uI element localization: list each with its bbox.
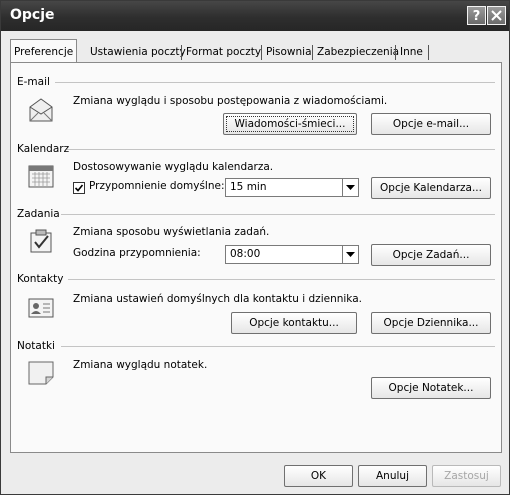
section-header-calendar: Kalendarz — [17, 143, 70, 155]
tab-separator — [181, 45, 182, 60]
note-icon — [28, 359, 54, 385]
tab-zabezpieczenia[interactable]: Zabezpieczenia — [317, 42, 399, 62]
checkmark-icon — [74, 184, 84, 192]
ok-button[interactable]: OK — [284, 465, 353, 487]
close-button[interactable] — [487, 6, 506, 25]
section-divider — [61, 346, 495, 347]
cancel-button[interactable]: Anuluj — [358, 465, 427, 487]
tab-preferencje[interactable]: Preferencje — [10, 39, 78, 62]
junk-mail-button[interactable]: Wiadomości-śmieci... — [223, 113, 357, 135]
tasks-description: Zmiana sposobu wyświetlania zadań. — [73, 226, 270, 238]
tab-separator — [261, 45, 262, 60]
note-options-button[interactable]: Opcje Notatek... — [371, 377, 491, 399]
notes-description: Zmiana wyglądu notatek. — [73, 359, 208, 371]
reminder-value: 15 min — [230, 181, 267, 193]
section-header-email: E-mail — [17, 76, 50, 88]
preferences-panel: E-mail Zmiana wyglądu i sposobu postępow… — [10, 62, 502, 453]
calendar-icon — [28, 163, 54, 189]
email-options-button[interactable]: Opcje e-mail... — [371, 113, 491, 135]
contact-card-icon — [28, 295, 54, 321]
task-options-button[interactable]: Opcje Zadań... — [371, 244, 491, 266]
title-bar[interactable]: Opcje ? — [1, 1, 509, 31]
section-divider — [55, 82, 495, 83]
journal-options-button[interactable]: Opcje Dziennika... — [371, 312, 491, 334]
apply-button[interactable]: Zastosuj — [432, 465, 501, 487]
tab-inne[interactable]: Inne — [400, 42, 423, 62]
close-icon — [491, 10, 502, 21]
tab-separator — [312, 45, 313, 60]
reminder-label: Przypomnienie domyślne: — [89, 180, 225, 192]
contacts-description: Zmiana ustawień domyślnych dla kontaktu … — [73, 293, 362, 305]
task-checkmark-icon — [28, 227, 54, 253]
options-dialog: Opcje ? Preferencje Ustawienia poczty Fo… — [0, 0, 510, 495]
section-divider — [61, 214, 495, 215]
section-header-tasks: Zadania — [17, 208, 60, 220]
tab-format-poczty[interactable]: Format poczty — [186, 42, 261, 62]
dialog-footer: OK Anuluj Zastosuj — [1, 458, 509, 494]
section-header-notes: Notatki — [17, 340, 55, 352]
section-divider — [67, 149, 495, 150]
section-divider — [68, 279, 495, 280]
reminder-checkbox[interactable] — [73, 182, 85, 194]
reminder-dropdown[interactable]: 15 min — [225, 178, 359, 197]
email-description: Zmiana wyglądu i sposobu postępowania z … — [73, 95, 388, 107]
tab-separator — [395, 45, 396, 60]
tab-separator — [428, 45, 429, 60]
reminder-time-dropdown[interactable]: 08:00 — [225, 245, 359, 264]
email-envelope-icon — [28, 97, 54, 123]
chevron-down-icon[interactable] — [342, 246, 358, 263]
contact-options-button[interactable]: Opcje kontaktu... — [231, 312, 357, 334]
calendar-options-button[interactable]: Opcje Kalendarza... — [371, 177, 491, 199]
tab-ustawienia-poczty[interactable]: Ustawienia poczty — [90, 42, 186, 62]
reminder-time-value: 08:00 — [230, 248, 261, 260]
help-button[interactable]: ? — [467, 6, 486, 25]
window-title: Opcje — [10, 7, 55, 23]
tab-pisownia[interactable]: Pisownia — [266, 42, 312, 62]
section-header-contacts: Kontakty — [17, 273, 64, 285]
calendar-description: Dostosowywanie wyglądu kalendarza. — [73, 161, 274, 173]
reminder-time-label: Godzina przypomnienia: — [73, 247, 201, 259]
chevron-down-icon[interactable] — [342, 179, 358, 196]
